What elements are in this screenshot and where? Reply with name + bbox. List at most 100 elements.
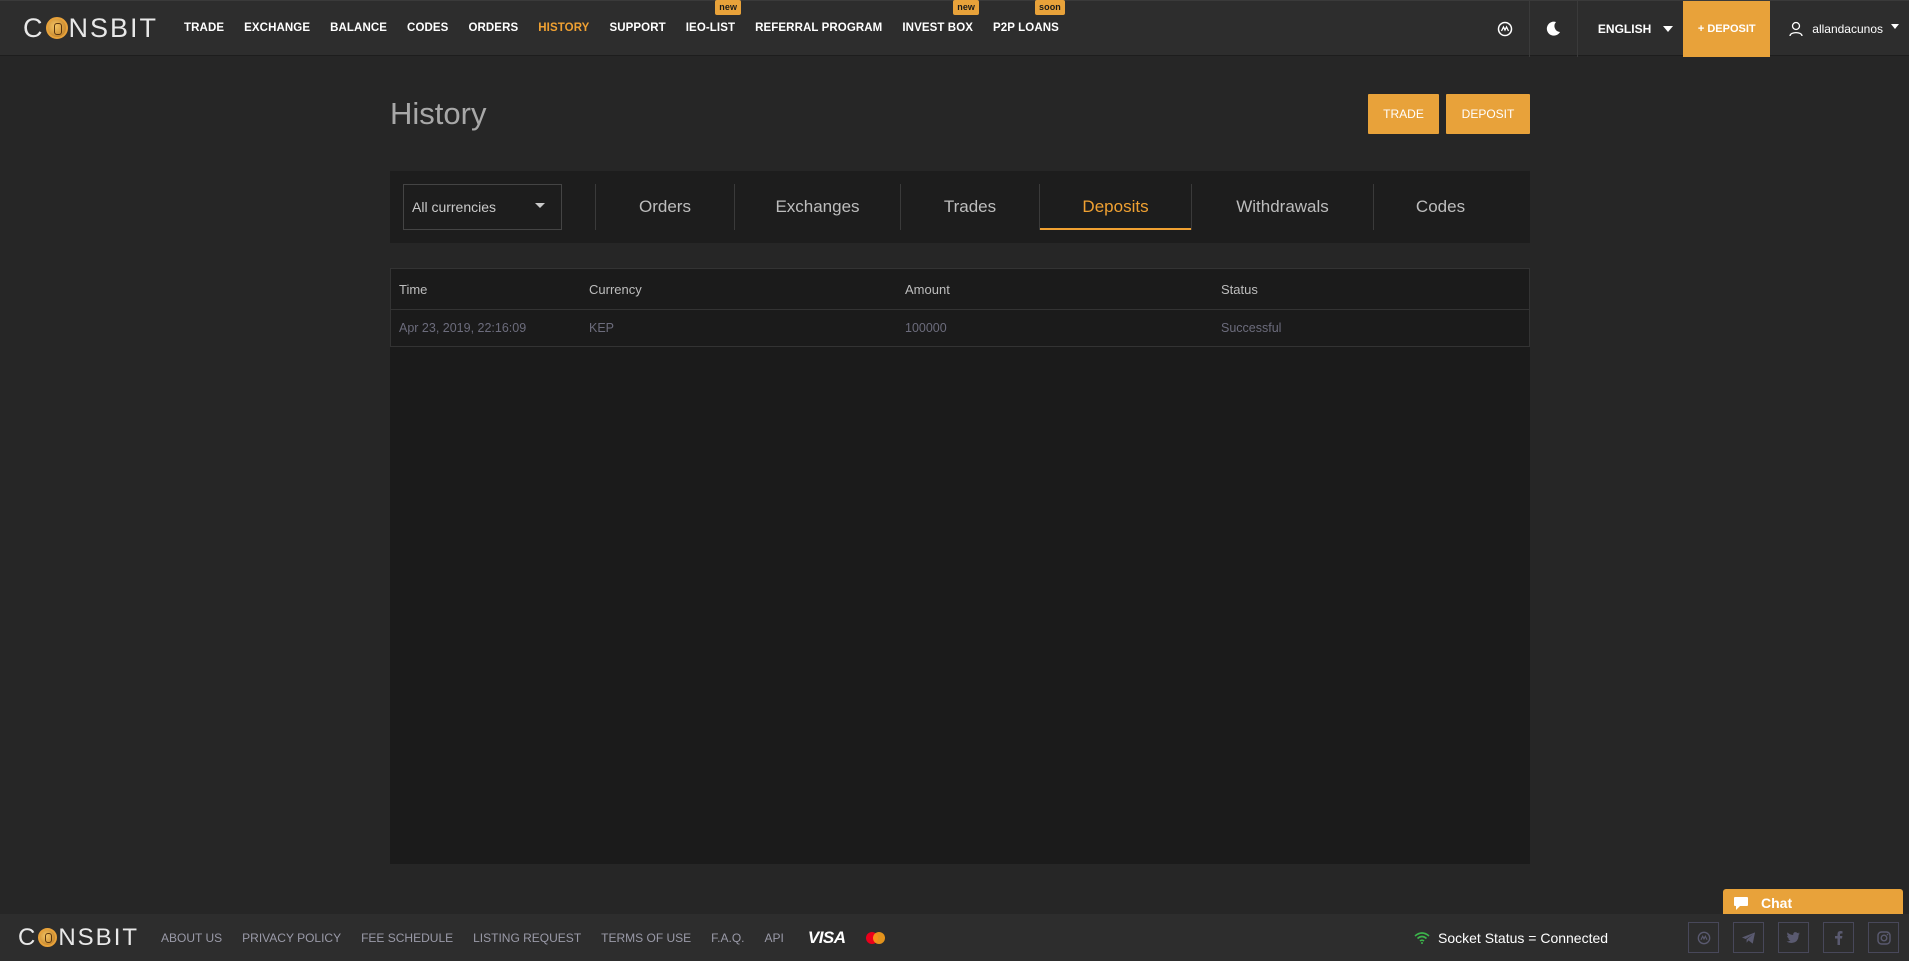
tab-exchanges[interactable]: Exchanges	[735, 184, 901, 230]
nav-support[interactable]: SUPPORT	[609, 22, 665, 34]
nav-balance[interactable]: BALANCE	[330, 22, 387, 34]
telegram-link[interactable]	[1733, 922, 1764, 953]
nav-invest-box[interactable]: INVEST BOX new	[902, 0, 980, 34]
cell-time: Apr 23, 2019, 22:16:09	[399, 321, 527, 335]
history-filter-bar: All currencies Orders Exchanges Trades D…	[390, 171, 1530, 243]
footer-link-terms-of-use[interactable]: TERMS OF USE	[601, 931, 691, 945]
column-header-amount: Amount	[905, 281, 950, 297]
nav-deposit-button[interactable]: + DEPOSIT	[1683, 1, 1771, 57]
divider	[562, 184, 596, 230]
tab-deposits[interactable]: Deposits	[1040, 184, 1192, 230]
top-navbar: C NSBIT TRADE EXCHANGE BALANCE CODES ORDE…	[0, 0, 1909, 57]
tab-orders-label: Orders	[639, 197, 691, 216]
nav-orders[interactable]: ORDERS	[468, 22, 518, 34]
chevron-down-icon	[1663, 26, 1674, 32]
tab-codes[interactable]: Codes	[1374, 184, 1507, 230]
chevron-down-icon	[535, 202, 545, 208]
visa-logo: VISA	[807, 927, 846, 947]
cell-amount: 100000	[905, 321, 947, 335]
nav-history[interactable]: HISTORY	[538, 22, 589, 34]
deposits-table: Time Currency Amount Status Apr 23, 2019…	[390, 268, 1530, 864]
tab-orders[interactable]: Orders	[596, 184, 735, 230]
nav-trade-label: TRADE	[184, 22, 225, 34]
nav-support-label: SUPPORT	[609, 22, 666, 34]
footer-link-faq[interactable]: F.A.Q.	[711, 931, 744, 945]
instagram-icon	[1876, 930, 1891, 945]
deposit-button[interactable]: DEPOSIT	[1446, 94, 1530, 134]
footer: C NSBIT ABOUT US PRIVACY POLICY FEE SCHED…	[0, 914, 1909, 961]
footer-consbit-logo[interactable]: C NSBIT	[18, 924, 139, 952]
chat-bubble-icon	[1734, 896, 1748, 910]
tab-withdrawals[interactable]: Withdrawals	[1192, 184, 1374, 230]
footer-link-fee-schedule[interactable]: FEE SCHEDULE	[361, 931, 453, 945]
footer-link-api[interactable]: API	[765, 931, 784, 945]
column-header-time: Time	[399, 281, 428, 297]
footer-link-listing-request[interactable]: LISTING REQUEST	[473, 931, 581, 945]
tab-trades[interactable]: Trades	[901, 184, 1040, 230]
nav-exchange-label: EXCHANGE	[244, 22, 311, 34]
cell-status: Successful	[1221, 321, 1282, 335]
language-selector[interactable]: ENGLISH	[1576, 1, 1683, 57]
coinmarketcap-button[interactable]	[1481, 1, 1529, 57]
facebook-icon	[1835, 931, 1843, 945]
tab-codes-label: Codes	[1415, 197, 1466, 216]
table-header: Time Currency Amount Status	[390, 268, 1530, 310]
table-row: Apr 23, 2019, 22:16:09 KEP 100000 Succes…	[390, 310, 1530, 347]
column-header-status: Status	[1221, 281, 1258, 297]
twitter-link[interactable]	[1778, 922, 1809, 953]
tab-withdrawals-label: Withdrawals	[1236, 197, 1329, 216]
currency-select[interactable]: All currencies	[403, 184, 562, 230]
logo-text-start: C	[23, 12, 45, 43]
username: allandacunos	[1812, 22, 1883, 36]
twitter-icon	[1786, 932, 1801, 943]
nav-referral-program[interactable]: REFERRAL PROGRAM	[755, 22, 882, 34]
socket-status: Socket Status = Connected	[1414, 914, 1608, 961]
trade-button[interactable]: TRADE	[1368, 94, 1439, 134]
nav-right-group: ENGLISH + DEPOSIT allandacunos	[1481, 1, 1909, 57]
coinmarketcap-icon	[1497, 21, 1513, 37]
tab-exchanges-label: Exchanges	[775, 197, 860, 216]
main-menu: TRADE EXCHANGE BALANCE CODES ORDERS HIST…	[174, 0, 1069, 56]
nav-referral-label: REFERRAL PROGRAM	[755, 22, 883, 34]
footer-link-privacy-policy[interactable]: PRIVACY POLICY	[242, 931, 341, 945]
nav-trade[interactable]: TRADE	[184, 22, 224, 34]
logo-text-start: C	[18, 923, 38, 951]
logo-text-end: NSBIT	[58, 923, 140, 951]
facebook-link[interactable]	[1823, 922, 1854, 953]
tab-deposits-label: Deposits	[1082, 197, 1149, 216]
cell-currency: KEP	[589, 321, 615, 335]
footer-link-about-us[interactable]: ABOUT US	[161, 931, 222, 945]
new-badge: new	[715, 0, 742, 15]
chat-button[interactable]: Chat	[1723, 889, 1903, 917]
column-header-currency: Currency	[589, 281, 642, 297]
socket-status-text: Socket Status = Connected	[1438, 929, 1609, 946]
telegram-icon	[1741, 931, 1756, 944]
logo-text-end: NSBIT	[68, 12, 159, 43]
chat-label: Chat	[1761, 895, 1793, 911]
wifi-icon	[1414, 931, 1430, 944]
theme-toggle-button[interactable]	[1528, 1, 1577, 57]
language-label: ENGLISH	[1597, 22, 1652, 36]
chevron-down-icon	[1891, 23, 1899, 29]
nav-balance-label: BALANCE	[330, 22, 388, 34]
nav-ieo-list-label: IEO-LIST	[685, 22, 736, 34]
user-menu[interactable]: allandacunos	[1770, 1, 1909, 57]
nav-codes[interactable]: CODES	[407, 22, 448, 34]
tab-trades-label: Trades	[943, 197, 997, 216]
nav-p2p-loans[interactable]: P2P LOANS soon	[993, 0, 1065, 34]
coinmarketcap-icon	[1697, 931, 1710, 944]
user-icon	[1789, 21, 1803, 37]
consbit-logo[interactable]: C NSBIT	[23, 13, 158, 44]
mastercard-icon	[865, 931, 885, 944]
nav-p2p-loans-label: P2P LOANS	[993, 22, 1059, 34]
nav-codes-label: CODES	[407, 22, 449, 34]
coinmarketcap-link[interactable]	[1688, 922, 1719, 953]
nav-exchange[interactable]: EXCHANGE	[244, 22, 310, 34]
social-links	[1674, 914, 1899, 961]
nav-ieo-list[interactable]: IEO-LIST new	[685, 0, 742, 34]
logo-coin-icon	[45, 17, 68, 39]
soon-badge: soon	[1035, 0, 1065, 15]
page-title: History	[390, 96, 487, 131]
instagram-link[interactable]	[1868, 922, 1899, 953]
nav-history-label: HISTORY	[538, 22, 590, 34]
